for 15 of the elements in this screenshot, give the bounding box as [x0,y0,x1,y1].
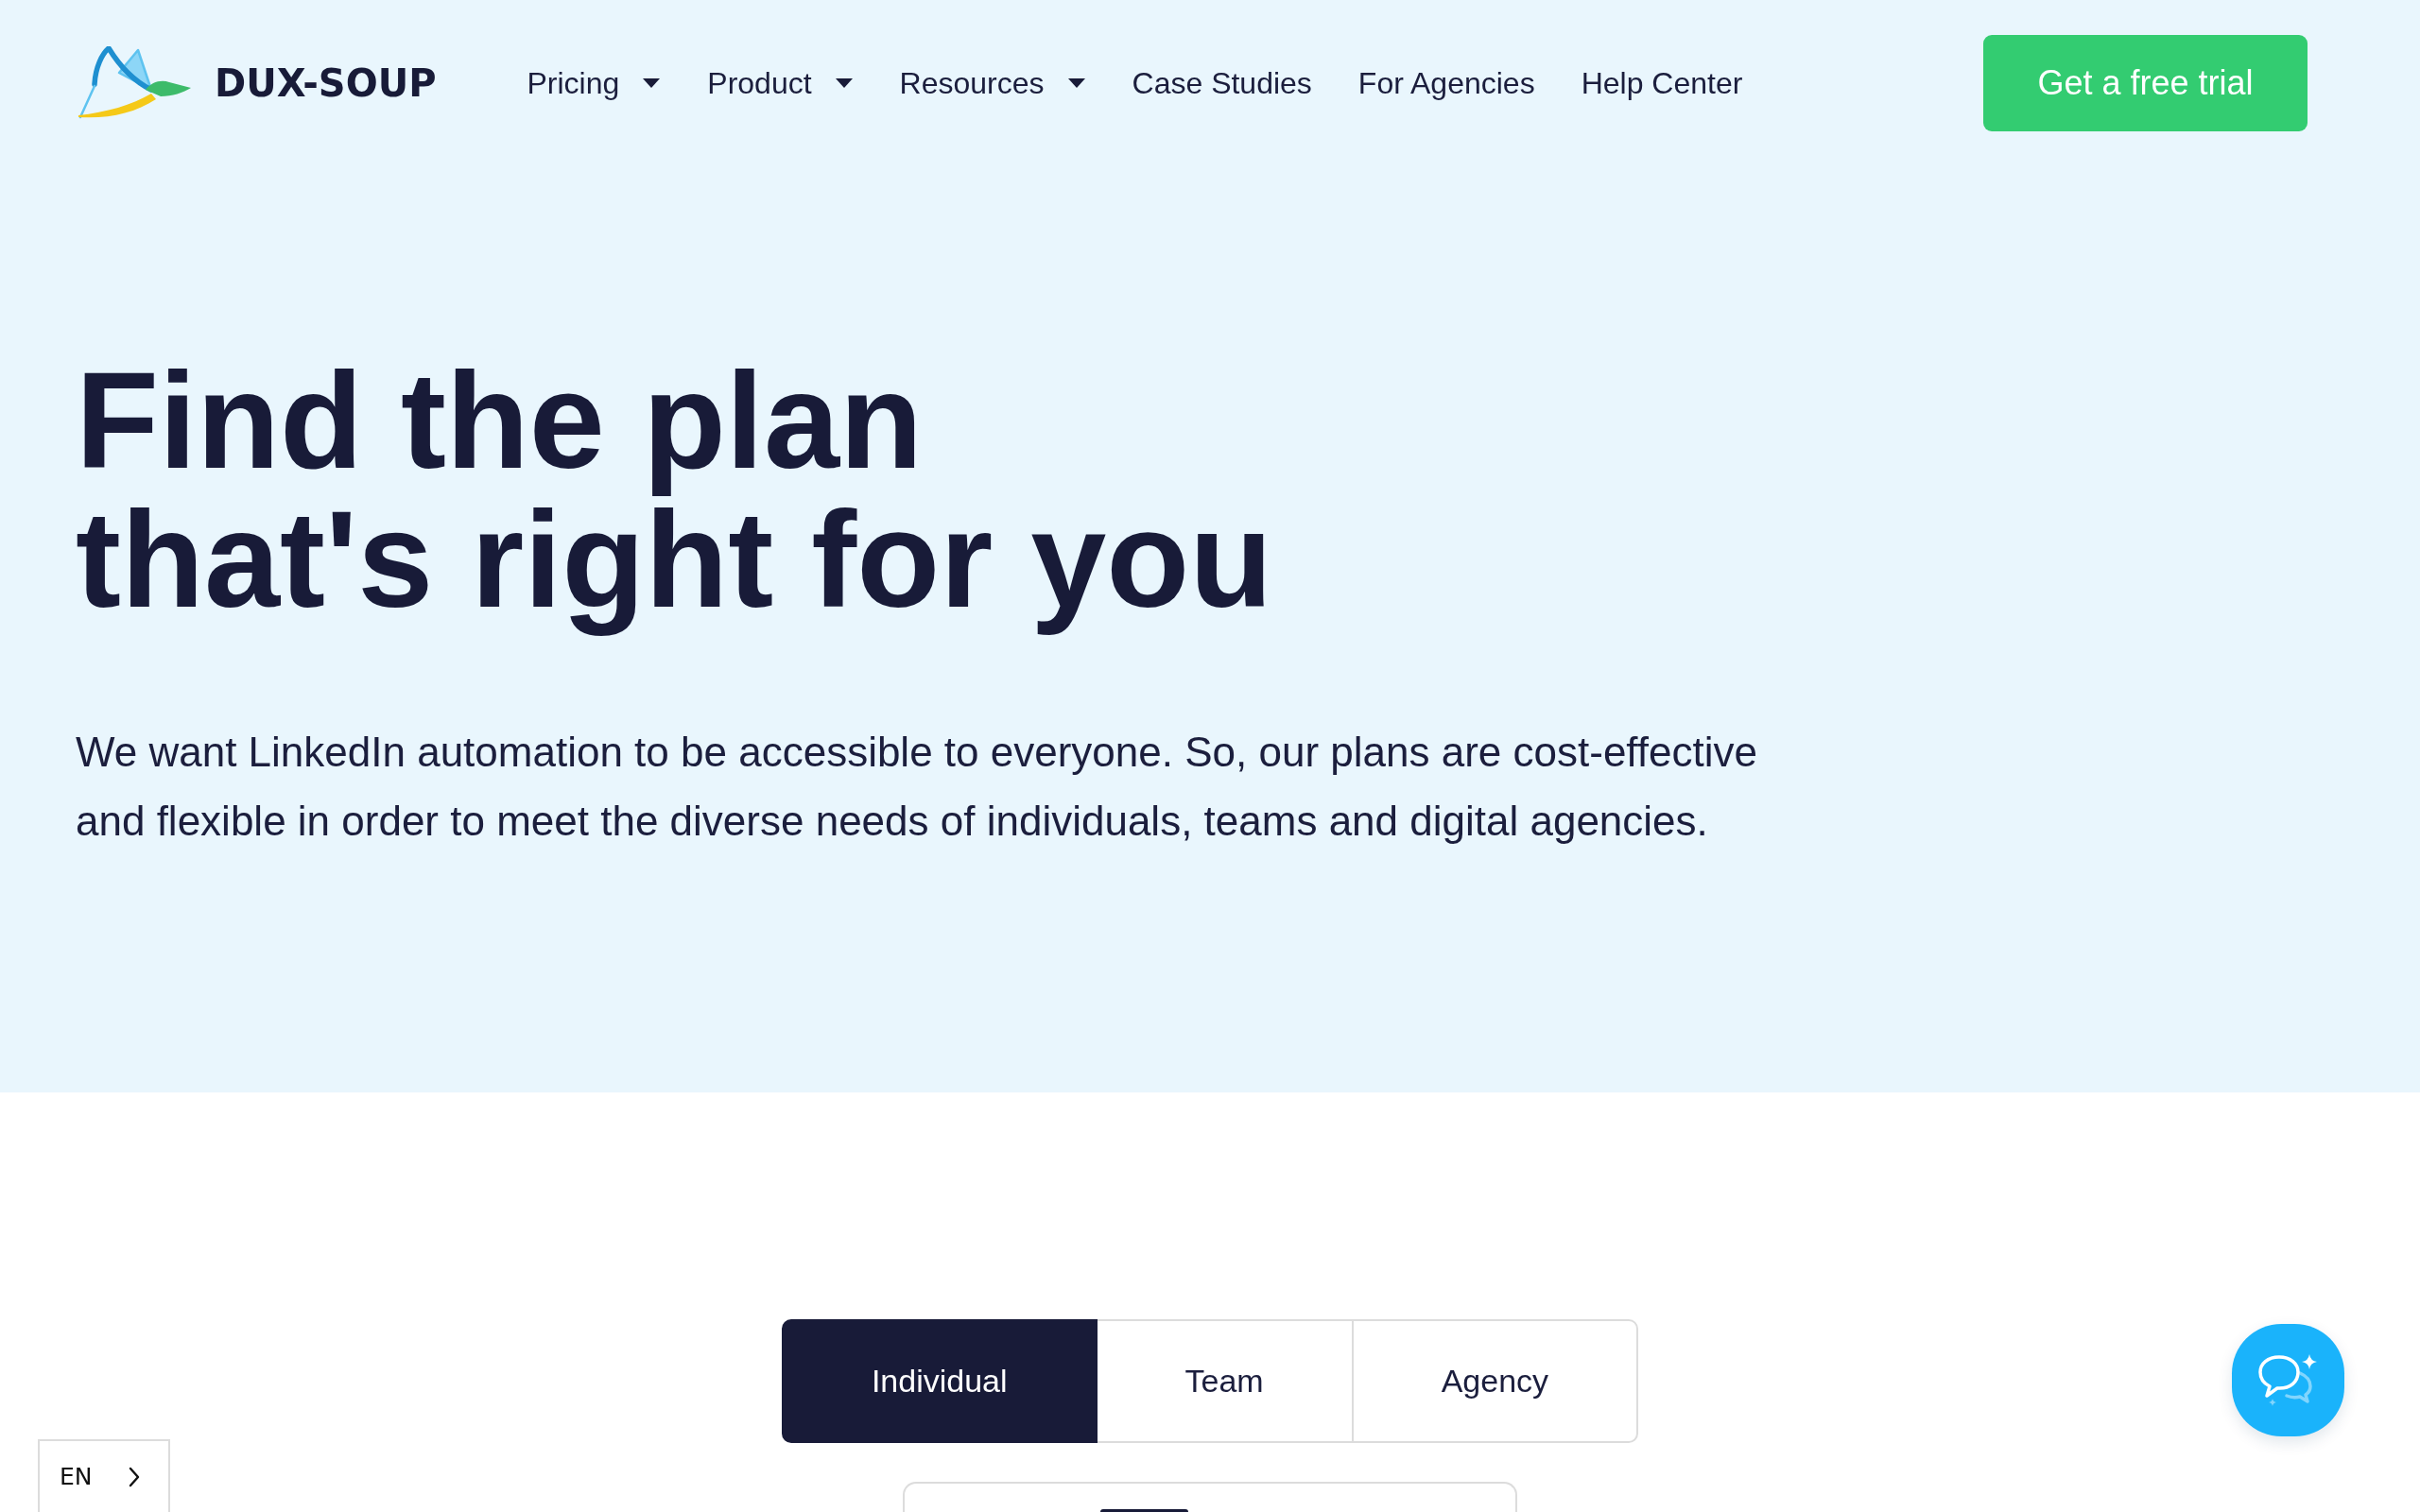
nav-link[interactable]: Resources [899,65,1086,101]
plan-tab[interactable]: Agency [1351,1319,1639,1443]
language-selector[interactable]: EN [38,1439,170,1512]
bird-logo-icon [78,46,192,120]
home-logo-link[interactable]: DUX-SOUP [78,46,437,120]
intro-paragraph: We want LinkedIn automation to be accessible to everyone. So, our plans are cost-effective and flexible in order to meet the diverse needs of individuals, teams and digital agencies. [76,728,1758,846]
plan-tab[interactable]: Individual [781,1319,1098,1443]
nav-link[interactable]: Case Studies [1132,65,1312,101]
nav-link[interactable]: Pricing [527,65,662,101]
chevron-right-icon [128,1466,140,1487]
nav-link[interactable]: Product [707,65,854,101]
nav-link[interactable]: For Agencies [1357,65,1535,101]
page-headline: Find the plan that's right for you [76,352,1274,638]
nav-link[interactable]: Help Center [1581,65,1743,101]
plan-tab[interactable]: Team [1095,1319,1354,1443]
